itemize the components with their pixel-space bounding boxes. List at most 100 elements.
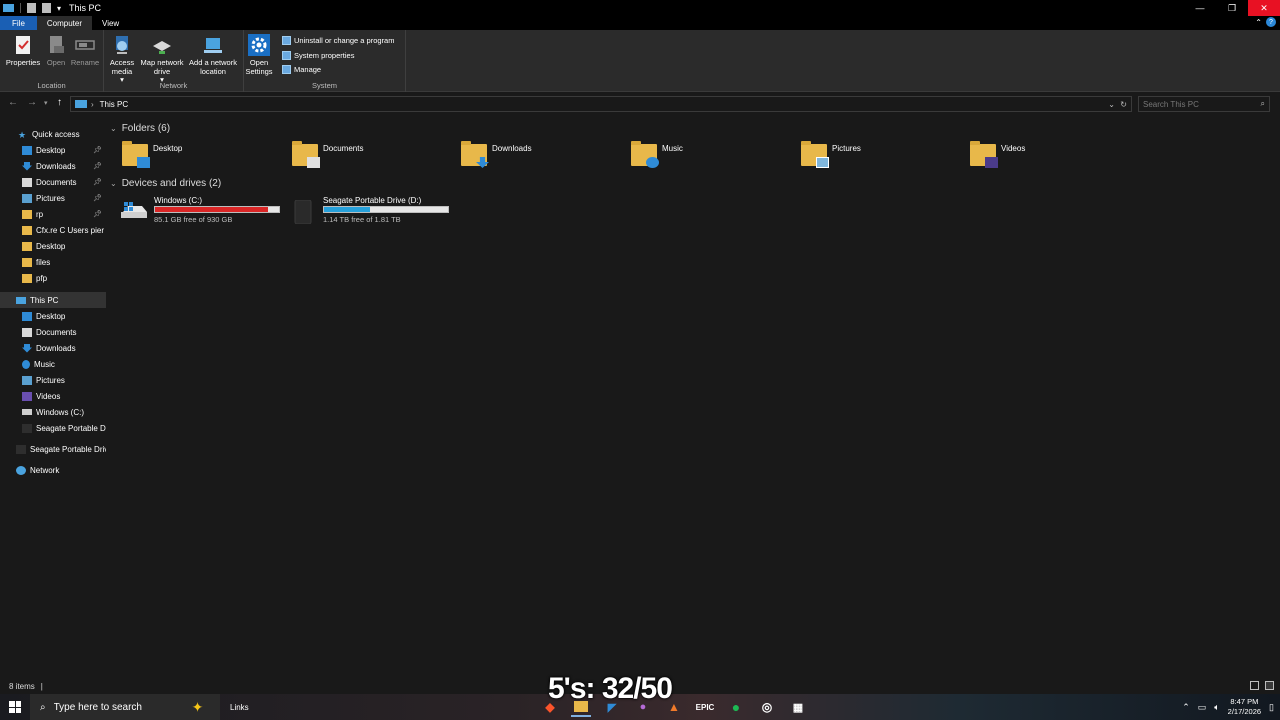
nav-qa-pfp[interactable]: pfp — [0, 270, 106, 286]
start-button[interactable] — [0, 694, 30, 720]
system-properties-button[interactable]: System properties — [282, 51, 354, 60]
manage-button[interactable]: Manage — [282, 65, 321, 74]
large-icons-view-icon[interactable] — [1265, 681, 1274, 690]
drives-section-header[interactable]: ⌄ Devices and drives (2) — [110, 178, 221, 189]
taskbar-search[interactable]: ⌕ ✦ — [30, 694, 220, 720]
nav-qa-rp[interactable]: rp 📌︎ — [0, 206, 106, 222]
drive-usage-fill — [155, 207, 268, 212]
drive-seagate-d[interactable]: Seagate Portable Drive (D:) 1.14 TB free… — [289, 196, 459, 228]
nav-qa-documents[interactable]: Documents 📌︎ — [0, 174, 106, 190]
folder-music[interactable]: Music — [631, 141, 799, 176]
folders-section-header[interactable]: ⌄ Folders (6) — [110, 123, 170, 134]
nav-qa-cfx[interactable]: Cfx.re C Users pier — [0, 222, 106, 238]
recent-locations-icon[interactable]: ▾ — [44, 99, 48, 107]
nav-pc-videos[interactable]: Videos — [0, 388, 106, 404]
desktop-folder-icon — [122, 141, 150, 168]
links-toolbar[interactable]: Links — [230, 703, 249, 712]
nav-pc-downloads[interactable]: Downloads — [0, 340, 106, 356]
nav-pc-documents[interactable]: Documents — [0, 324, 106, 340]
address-bar[interactable]: › This PC ⌄ ↻ — [70, 96, 1132, 112]
map-network-drive-label: Map network drive — [140, 58, 184, 76]
windows-logo-icon — [9, 701, 21, 713]
spotify-icon[interactable]: ● — [726, 697, 746, 717]
tab-computer[interactable]: Computer — [36, 16, 93, 30]
add-network-location-button[interactable]: Add a network location — [187, 34, 239, 76]
folder-desktop[interactable]: Desktop — [122, 141, 290, 176]
folder-icon — [22, 225, 32, 235]
details-view-icon[interactable] — [1250, 681, 1259, 690]
drive-free-space: 85.1 GB free of 930 GB — [154, 215, 233, 224]
uninstall-program-button[interactable]: Uninstall or change a program — [282, 36, 394, 45]
location-group-label: Location — [37, 81, 66, 90]
volume-icon[interactable]: 🔈︎ — [1214, 702, 1219, 713]
refresh-icon[interactable]: ↻ — [1120, 100, 1127, 109]
nav-pc-windows-c[interactable]: Windows (C:) — [0, 404, 106, 420]
folder-documents[interactable]: Documents — [292, 141, 460, 176]
nav-label: Cfx.re C Users pier — [36, 225, 105, 235]
customize-toolbar-icon[interactable]: ▾ — [57, 4, 61, 13]
search-input[interactable] — [1139, 97, 1249, 111]
nav-label: This PC — [30, 295, 59, 305]
help-icon[interactable]: ? — [1266, 17, 1276, 27]
collapse-chevron-icon[interactable]: ⌄ — [110, 124, 117, 133]
close-button[interactable]: ✕ — [1248, 0, 1280, 16]
pictures-icon — [22, 193, 32, 203]
map-network-drive-button[interactable]: Map network drive ▾ — [137, 34, 187, 85]
open-settings-button[interactable]: Open Settings — [240, 34, 278, 76]
chevron-up-icon[interactable]: ⌃ — [1182, 702, 1190, 713]
tab-file[interactable]: File — [0, 16, 37, 30]
nav-this-pc[interactable]: This PC — [0, 292, 106, 308]
breadcrumb-separator-icon[interactable]: › — [91, 100, 94, 109]
nav-qa-desktop[interactable]: Desktop 📌︎ — [0, 142, 106, 158]
pin-icon: 📌︎ — [93, 163, 102, 170]
network-icon[interactable]: ▭ — [1198, 702, 1207, 713]
search-icon: ⌕ — [40, 701, 46, 713]
app-icon[interactable]: ▦ — [788, 697, 808, 717]
folder-downloads[interactable]: Downloads — [461, 141, 629, 176]
overlay-text: 5's: 32/50 — [548, 672, 673, 705]
external-drive-icon — [16, 444, 26, 454]
section-title: Folders (6) — [121, 123, 171, 134]
nav-pc-seagate[interactable]: Seagate Portable Dr — [0, 420, 106, 436]
folder-pictures[interactable]: Pictures — [801, 141, 969, 176]
minimize-ribbon-icon[interactable]: ⌃ — [1255, 18, 1262, 27]
drive-windows-c[interactable]: Windows (C:) 85.1 GB free of 930 GB — [120, 196, 290, 228]
restore-button[interactable]: ❐ — [1216, 0, 1248, 16]
nav-label: Pictures — [36, 193, 65, 203]
nav-qa-desktop-2[interactable]: Desktop — [0, 238, 106, 254]
nav-pc-desktop[interactable]: Desktop — [0, 308, 106, 324]
tab-view[interactable]: View — [92, 16, 129, 30]
nav-quick-access[interactable]: ★ Quick access — [0, 126, 106, 142]
drive-usage-fill — [324, 207, 370, 212]
nav-label: Documents — [36, 327, 77, 337]
properties-quick-icon[interactable] — [27, 3, 36, 13]
videos-icon — [22, 391, 32, 401]
nav-seagate-root[interactable]: Seagate Portable Drive — [0, 441, 106, 457]
collapse-chevron-icon[interactable]: ⌄ — [110, 179, 117, 188]
notifications-icon[interactable]: ▯ — [1269, 702, 1274, 713]
nav-qa-pictures[interactable]: Pictures 📌︎ — [0, 190, 106, 206]
up-arrow-icon[interactable]: ↑ — [57, 97, 62, 108]
nav-qa-files[interactable]: files — [0, 254, 106, 270]
epic-games-icon[interactable]: EPIC — [695, 697, 715, 717]
nav-pc-pictures[interactable]: Pictures — [0, 372, 106, 388]
this-pc-icon — [75, 100, 87, 108]
taskbar-search-input[interactable] — [53, 701, 184, 713]
breadcrumb-this-pc[interactable]: This PC — [100, 100, 128, 109]
desktop-icon — [22, 145, 32, 155]
add-network-location-icon — [202, 34, 224, 56]
folder-name: Pictures — [832, 144, 861, 153]
minimize-button[interactable]: — — [1184, 0, 1216, 16]
nav-qa-downloads[interactable]: Downloads 📌︎ — [0, 158, 106, 174]
clock[interactable]: 8:47 PM 2/17/2026 — [1228, 697, 1261, 717]
back-arrow-icon[interactable]: ← — [8, 97, 18, 108]
search-box[interactable]: ⌕ — [1138, 96, 1270, 112]
nav-network[interactable]: Network — [0, 462, 106, 478]
steam-icon[interactable]: ◎ — [757, 697, 777, 717]
drive-name: Seagate Portable Drive (D:) — [323, 196, 422, 205]
folder-videos[interactable]: Videos — [970, 141, 1138, 176]
new-folder-quick-icon[interactable] — [42, 3, 51, 13]
forward-arrow-icon[interactable]: → — [27, 97, 37, 108]
address-dropdown-icon[interactable]: ⌄ — [1108, 100, 1115, 109]
nav-pc-music[interactable]: Music — [0, 356, 106, 372]
